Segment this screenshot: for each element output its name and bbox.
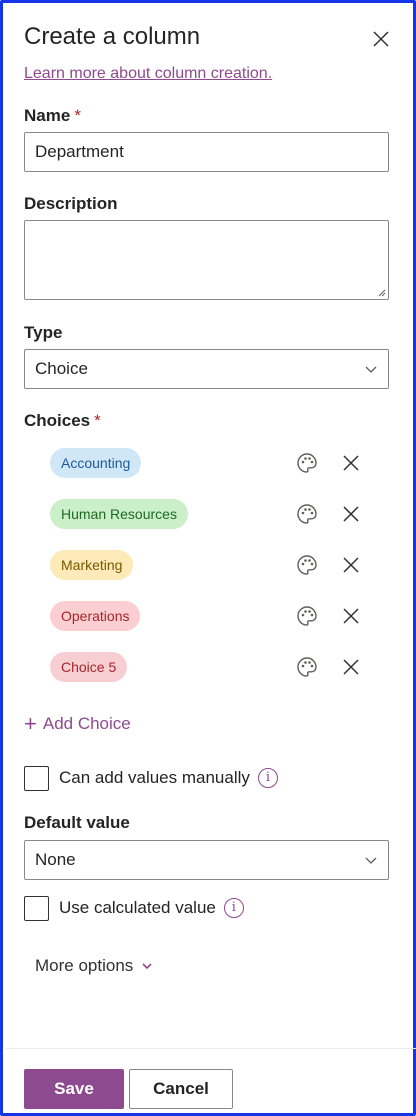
add-values-manually-label: Can add values manually [59, 768, 250, 787]
required-mark: * [74, 106, 81, 125]
use-calculated-value-checkbox[interactable] [24, 895, 49, 921]
add-choice-button[interactable]: + Add Choice [24, 712, 131, 736]
use-calculated-value-label: Use calculated value [59, 898, 216, 917]
choice-pill[interactable]: Operations [50, 601, 141, 631]
description-textarea[interactable] [24, 220, 389, 300]
choices-label: Choices * [24, 410, 101, 432]
type-label: Type [24, 323, 63, 342]
type-value: Choice [35, 359, 88, 378]
remove-choice-icon[interactable] [340, 452, 362, 474]
plus-icon: + [24, 711, 37, 736]
choice-pill[interactable]: Choice 5 [50, 652, 128, 682]
cancel-button[interactable]: Cancel [129, 1069, 233, 1109]
name-label: Name * [24, 105, 81, 127]
chevron-down-icon [142, 963, 152, 970]
add-values-manually-checkbox[interactable] [24, 765, 49, 791]
use-calculated-value-row: Use calculated value i [24, 895, 244, 921]
name-input[interactable]: Department [24, 132, 389, 172]
palette-icon[interactable] [295, 553, 319, 577]
type-dropdown[interactable]: Choice [24, 349, 389, 389]
close-icon [373, 31, 389, 47]
chevron-down-icon [365, 857, 377, 864]
info-icon[interactable]: i [257, 768, 278, 788]
remove-choice-icon[interactable] [340, 605, 362, 627]
info-icon[interactable]: i [223, 898, 244, 918]
resize-handle-icon[interactable] [378, 289, 386, 297]
palette-icon[interactable] [295, 451, 319, 475]
create-column-panel: Create a column Learn more about column … [0, 0, 416, 1116]
choice-pill[interactable]: Marketing [50, 550, 134, 580]
palette-icon[interactable] [295, 604, 319, 628]
add-values-manually-row: Can add values manually i [24, 765, 278, 791]
add-choice-label: Add Choice [42, 714, 131, 733]
name-label-text: Name [24, 106, 71, 125]
chevron-down-icon [365, 366, 377, 373]
choice-pill[interactable]: Human Resources [50, 499, 188, 529]
description-label: Description [24, 194, 118, 213]
required-mark: * [94, 411, 101, 430]
learn-more-link[interactable]: Learn more about column creation. [24, 63, 272, 85]
close-button[interactable] [369, 27, 393, 51]
choice-pill[interactable]: Accounting [50, 448, 142, 478]
default-value: None [35, 850, 76, 869]
more-options-button[interactable]: More options [35, 953, 153, 979]
palette-icon[interactable] [295, 502, 319, 526]
panel-title: Create a column [24, 23, 201, 50]
choices-label-text: Choices [24, 411, 91, 430]
palette-icon[interactable] [295, 655, 319, 679]
default-value-dropdown[interactable]: None [24, 840, 389, 880]
remove-choice-icon[interactable] [340, 656, 362, 678]
footer-divider [6, 1048, 416, 1049]
save-button[interactable]: Save [24, 1069, 124, 1109]
default-value-label: Default value [24, 813, 130, 832]
remove-choice-icon[interactable] [340, 554, 362, 576]
remove-choice-icon[interactable] [340, 503, 362, 525]
more-options-label: More options [35, 956, 134, 975]
